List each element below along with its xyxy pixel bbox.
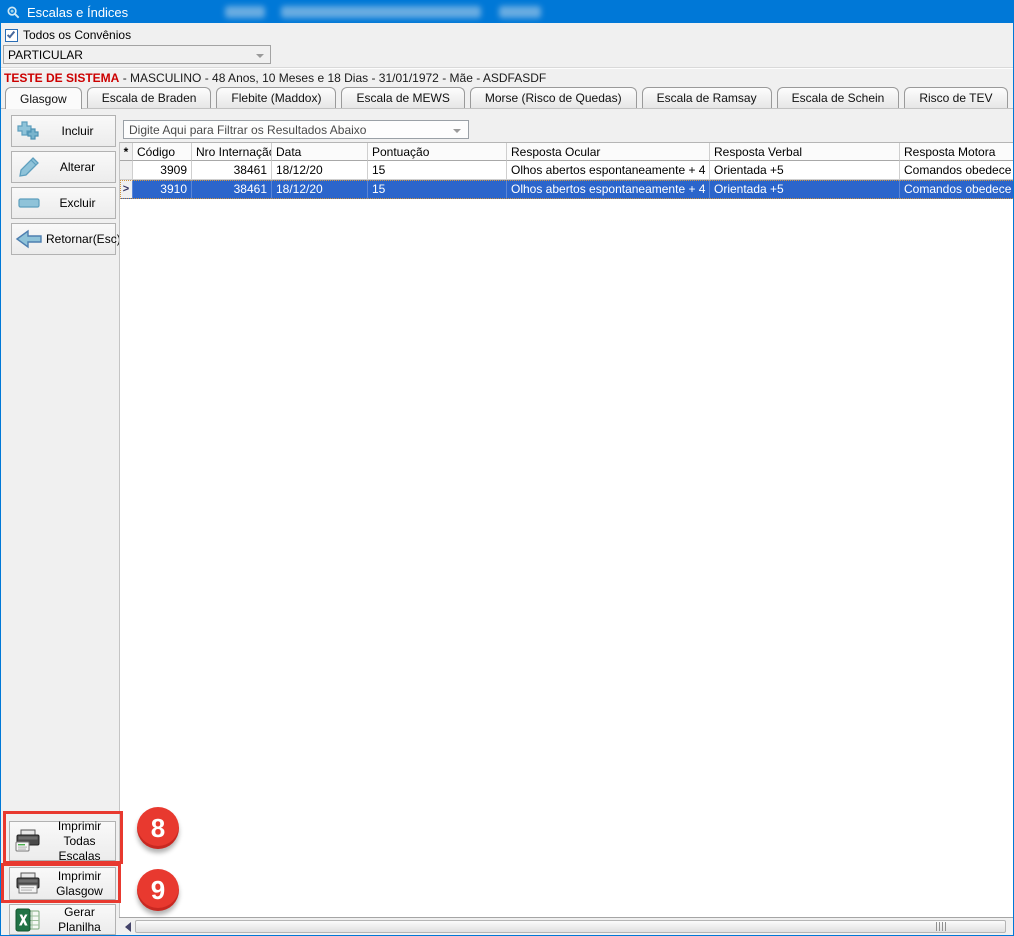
cell-data: 18/12/20 [272, 180, 368, 199]
chevron-down-icon [453, 129, 461, 133]
cell-resposta-verbal: Orientada +5 [710, 161, 900, 180]
row-selector-cell [120, 161, 133, 180]
printer-icon [10, 827, 46, 855]
alterar-button[interactable]: Alterar [11, 151, 116, 183]
cell-codigo: 3909 [133, 161, 192, 180]
redacted-title-text [499, 6, 541, 18]
printer-icon [10, 871, 46, 897]
pencil-icon [12, 155, 46, 179]
row-selector-cell: > [120, 180, 133, 199]
horizontal-scrollbar[interactable] [119, 917, 1014, 935]
cell-data: 18/12/20 [272, 161, 368, 180]
minus-icon [12, 191, 46, 215]
arrow-left-icon [12, 227, 46, 251]
tab-morse-risco-de-quedas[interactable]: Morse (Risco de Quedas) [470, 87, 637, 108]
patient-details: - MASCULINO - 48 Anos, 10 Meses e 18 Dia… [123, 71, 547, 85]
incluir-label: Incluir [46, 124, 115, 138]
grid-filter-placeholder: Digite Aqui para Filtrar os Resultados A… [129, 123, 366, 137]
cell-nro-internacao: 38461 [192, 180, 272, 199]
grid-filter-input[interactable]: Digite Aqui para Filtrar os Resultados A… [123, 120, 469, 139]
app-icon [6, 5, 21, 20]
patient-name: TESTE DE SISTEMA [4, 71, 119, 85]
cell-resposta-motora: Comandos obedece +6 [900, 180, 1014, 199]
arrow-left-icon [125, 922, 131, 932]
tab-flebite-maddox[interactable]: Flebite (Maddox) [216, 87, 336, 108]
gerar-planilha-label: Gerar Planilha [46, 905, 115, 935]
column-header-resposta-ocular[interactable]: Resposta Ocular [507, 143, 710, 161]
excluir-label: Excluir [46, 196, 115, 210]
results-grid: * Código Nro Internação Data Pontuação R… [119, 142, 1014, 917]
table-row[interactable]: 3909 38461 18/12/20 15 Olhos abertos esp… [120, 161, 1014, 180]
alterar-label: Alterar [46, 160, 115, 174]
annotation-badge-8: 8 [137, 807, 179, 849]
scrollbar-grip-icon [936, 922, 946, 931]
column-header-pontuacao[interactable]: Pontuação [368, 143, 507, 161]
checkmark-icon [7, 29, 15, 38]
cell-pontuacao: 15 [368, 161, 507, 180]
cell-resposta-ocular: Olhos abertos espontaneamente + 4 [507, 180, 710, 199]
cell-resposta-verbal: Orientada +5 [710, 180, 900, 199]
incluir-button[interactable]: Incluir [11, 115, 116, 147]
cell-pontuacao: 15 [368, 180, 507, 199]
chevron-down-icon [256, 54, 264, 58]
retornar-button[interactable]: Retornar(Esc) [11, 223, 116, 255]
column-header-data[interactable]: Data [272, 143, 368, 161]
excel-icon [10, 907, 46, 933]
selector-column-header: * [120, 143, 133, 161]
divider [1, 67, 1013, 69]
cell-resposta-ocular: Olhos abertos espontaneamente + 4 [507, 161, 710, 180]
scroll-left-button[interactable] [121, 920, 134, 934]
convenio-select[interactable]: PARTICULAR [3, 45, 271, 64]
scrollbar-thumb[interactable] [135, 920, 1006, 933]
tab-escala-de-mews[interactable]: Escala de MEWS [341, 87, 464, 108]
escalas-e-indices-window: Escalas e Índices Todos os Convênios PAR… [0, 0, 1014, 936]
selected-row-marker-icon: > [123, 183, 129, 195]
column-header-codigo[interactable]: Código [133, 143, 192, 161]
column-header-resposta-motora[interactable]: Resposta Motora [900, 143, 1014, 161]
cell-nro-internacao: 38461 [192, 161, 272, 180]
column-header-resposta-verbal[interactable]: Resposta Verbal [710, 143, 900, 161]
patient-info: TESTE DE SISTEMA - MASCULINO - 48 Anos, … [4, 71, 546, 85]
retornar-label: Retornar(Esc) [46, 232, 127, 246]
tab-escala-de-braden[interactable]: Escala de Braden [87, 87, 212, 108]
imprimir-todas-escalas-button[interactable]: Imprimir Todas Escalas [9, 821, 116, 861]
cell-codigo: 3910 [133, 180, 192, 199]
todos-convenios-row: Todos os Convênios [5, 28, 131, 42]
gerar-planilha-button[interactable]: Gerar Planilha [9, 904, 116, 935]
convenio-value: PARTICULAR [8, 48, 83, 62]
tab-glasgow[interactable]: Glasgow [5, 87, 82, 109]
excluir-button[interactable]: Excluir [11, 187, 116, 219]
cell-resposta-motora: Comandos obedece +6 [900, 161, 1014, 180]
imprimir-glasgow-button[interactable]: Imprimir Glasgow [9, 867, 116, 900]
redacted-title-text [281, 6, 481, 18]
todos-convenios-checkbox[interactable] [5, 29, 18, 42]
column-header-nro-internacao[interactable]: Nro Internação [192, 143, 272, 161]
window-title: Escalas e Índices [27, 5, 128, 20]
redacted-title-text [225, 6, 265, 18]
add-icon [12, 119, 46, 143]
table-row-selected[interactable]: > 3910 38461 18/12/20 15 Olhos abertos e… [120, 180, 1014, 199]
todos-convenios-label: Todos os Convênios [23, 28, 131, 42]
annotation-badge-9: 9 [137, 869, 179, 911]
tab-strip: Glasgow Escala de Braden Flebite (Maddox… [1, 87, 1013, 109]
grid-header-row: * Código Nro Internação Data Pontuação R… [120, 143, 1014, 161]
tab-risco-de-tev[interactable]: Risco de TEV [904, 87, 1007, 108]
tab-escala-de-ramsay[interactable]: Escala de Ramsay [642, 87, 772, 108]
imprimir-glasgow-label: Imprimir Glasgow [46, 869, 115, 899]
title-bar: Escalas e Índices [1, 1, 1013, 23]
imprimir-todas-label: Imprimir Todas Escalas [46, 819, 115, 864]
tab-escala-de-schein[interactable]: Escala de Schein [777, 87, 900, 108]
